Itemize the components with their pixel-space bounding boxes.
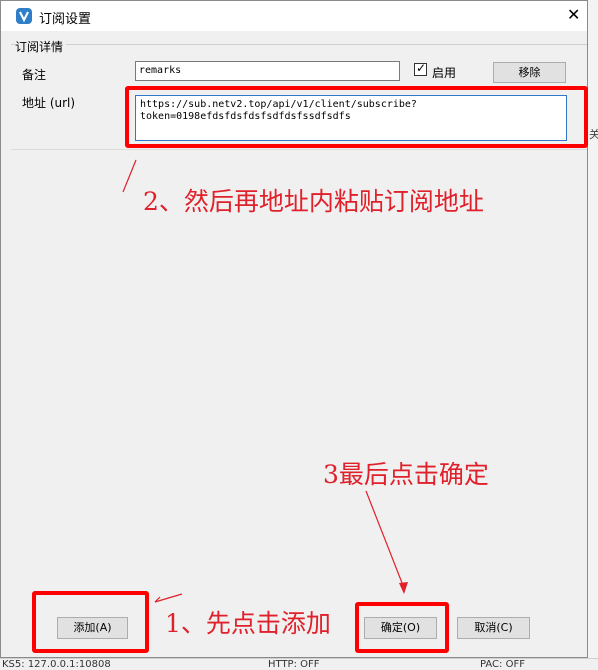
annotation-step1: 1、先点击添加 — [165, 609, 331, 638]
annotation-step3: 3最后点击确定 — [323, 460, 489, 489]
annotation-step2: 2、然后再地址内粘贴订阅地址 — [143, 187, 484, 216]
annotation-arrows — [122, 159, 408, 603]
